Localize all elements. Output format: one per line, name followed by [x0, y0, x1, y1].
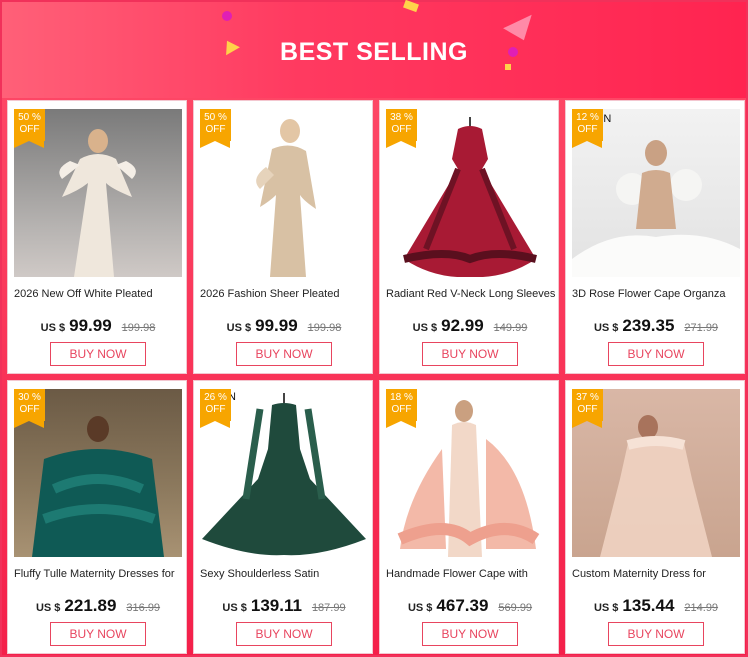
product-card[interactable]: 18 % OFF Handmade Flower Cape with US $46… [379, 380, 559, 654]
sale-price: 99.99 [255, 316, 298, 335]
discount-badge: 18 % OFF [386, 389, 417, 428]
product-grid: 50 % OFF 2026 New Off White Pleated US $9… [7, 98, 747, 656]
sale-price: 92.99 [441, 316, 484, 335]
product-name[interactable]: 2026 New Off White Pleated [14, 288, 186, 300]
original-price: 199.98 [307, 322, 342, 334]
discount-badge: 38 % OFF [386, 109, 417, 148]
original-price: 149.99 [493, 322, 528, 334]
sale-price: 99.99 [69, 316, 112, 335]
confetti-triangle [503, 5, 537, 41]
price-row: US $239.35 271.99 [566, 316, 746, 336]
confetti-strip [403, 0, 419, 13]
original-price: 214.99 [684, 602, 719, 614]
discount-badge: 37 % OFF [572, 389, 603, 428]
section-title: BEST SELLING [280, 38, 468, 66]
product-name[interactable]: 3D Rose Flower Cape Organza [572, 288, 744, 300]
price-row: US $139.11 187.99 [194, 596, 374, 616]
sale-price: 239.35 [622, 316, 675, 335]
product-name[interactable]: Fluffy Tulle Maternity Dresses for [14, 568, 186, 580]
price-row: US $467.39 569.99 [380, 596, 560, 616]
currency-label: US $ [407, 602, 433, 614]
price-row: US $135.44 214.99 [566, 596, 746, 616]
currency-label: US $ [40, 322, 66, 334]
confetti-dot [222, 11, 232, 21]
original-price: 271.99 [684, 322, 719, 334]
currency-label: US $ [222, 602, 247, 614]
original-price: 199.98 [121, 322, 156, 334]
currency-label: US $ [593, 602, 619, 614]
product-card[interactable]: 50 % OFF 2026 Fashion Sheer Pleated US $9… [193, 100, 373, 374]
buy-now-button[interactable]: BUY NOW [50, 342, 146, 366]
buy-now-button[interactable]: BUY NOW [608, 622, 704, 646]
product-name[interactable]: Radiant Red V-Neck Long Sleeves [386, 288, 558, 300]
buy-now-button[interactable]: BUY NOW [236, 342, 332, 366]
sale-price: 135.44 [622, 596, 675, 615]
best-selling-banner: BEST SELLING 50 % OFF 2026 New Off White … [0, 0, 748, 657]
currency-label: US $ [412, 322, 438, 334]
buy-now-button[interactable]: BUY NOW [50, 622, 146, 646]
buy-now-button[interactable]: BUY NOW [422, 622, 518, 646]
product-name[interactable]: Handmade Flower Cape with [386, 568, 558, 580]
product-name[interactable]: Sexy Shoulderless Satin [200, 568, 372, 580]
buy-now-button[interactable]: BUY NOW [236, 622, 332, 646]
price-row: US $99.99 199.98 [8, 316, 188, 336]
product-card[interactable]: N 26 % OFF Sexy Shoulderless Satin US $13… [193, 380, 373, 654]
product-card[interactable]: 30 % OFF Fluffy Tulle Maternity Dresses f… [7, 380, 187, 654]
sale-price: 139.11 [250, 596, 302, 615]
currency-label: US $ [226, 322, 252, 334]
discount-badge: 26 % OFF [200, 389, 231, 428]
buy-now-button[interactable]: BUY NOW [422, 342, 518, 366]
original-price: 187.99 [311, 602, 346, 614]
discount-badge: 30 % OFF [14, 389, 45, 428]
original-price: 569.99 [498, 602, 533, 614]
sale-price: 467.39 [436, 596, 489, 615]
header: BEST SELLING [2, 0, 746, 98]
currency-label: US $ [35, 602, 61, 614]
product-card[interactable]: 37 % OFF Custom Maternity Dress for US $1… [565, 380, 745, 654]
discount-badge: 12 % OFF [572, 109, 603, 148]
price-row: US $221.89 316.99 [8, 596, 188, 616]
product-card[interactable]: EN 12 % OFF 3D Rose Flower Cape Organza U… [565, 100, 745, 374]
discount-badge: 50 % OFF [14, 109, 45, 148]
buy-now-button[interactable]: BUY NOW [608, 342, 704, 366]
sale-price: 221.89 [64, 596, 117, 615]
currency-label: US $ [593, 322, 619, 334]
product-card[interactable]: 50 % OFF 2026 New Off White Pleated US $9… [7, 100, 187, 374]
product-card[interactable]: 38 % OFF Radiant Red V-Neck Long Sleeves … [379, 100, 559, 374]
price-row: US $92.99 149.99 [380, 316, 560, 336]
product-name[interactable]: 2026 Fashion Sheer Pleated [200, 288, 372, 300]
discount-badge: 50 % OFF [200, 109, 231, 148]
product-name[interactable]: Custom Maternity Dress for [572, 568, 744, 580]
price-row: US $99.99 199.98 [194, 316, 374, 336]
original-price: 316.99 [126, 602, 161, 614]
